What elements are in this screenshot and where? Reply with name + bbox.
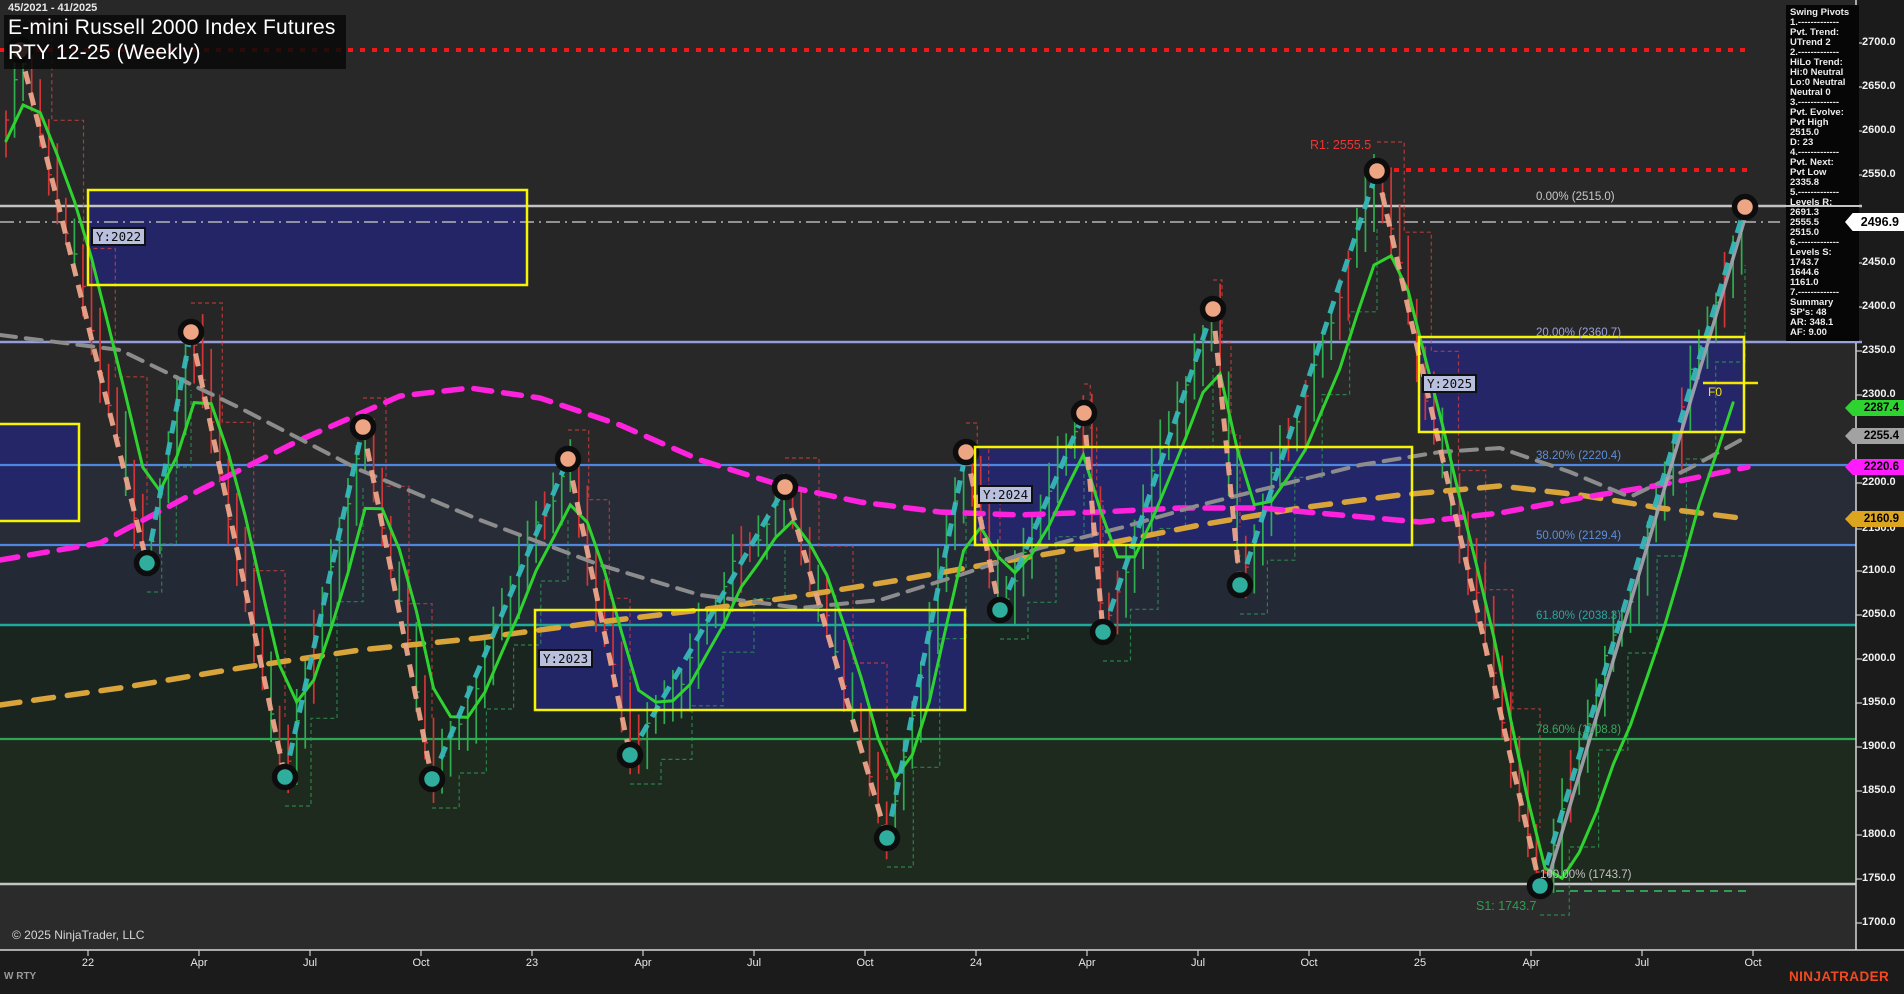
fib-level-label: 20.00% (2360.7) (1536, 327, 1622, 339)
pivot-high-marker[interactable] (1363, 157, 1391, 185)
f0-label: F0 (1708, 385, 1723, 399)
price-axis-tick-label: 2600.0 (1862, 124, 1896, 136)
price-axis-tick-label: 2050.0 (1862, 608, 1896, 620)
price-axis-tick-label: 2100.0 (1862, 564, 1896, 576)
fib-level-label: 78.60% (1908.8) (1536, 724, 1622, 736)
price-axis-tick-label: 2300.0 (1862, 388, 1896, 400)
price-axis-tick-label: 2400.0 (1862, 300, 1896, 312)
time-axis-label: Jul (1190, 957, 1206, 969)
time-axis-label: 22 (81, 957, 95, 969)
data-series-tag: W RTY (4, 971, 37, 982)
instrument-title: E-mini Russell 2000 Index Futures (8, 16, 336, 39)
year-label-chip[interactable]: Y:2022 (91, 227, 147, 246)
date-range-label: 45/2021 - 41/2025 (8, 2, 98, 14)
swing-panel-line: AF: 9.00 (1790, 327, 1827, 338)
price-axis-tick-label: 1850.0 (1862, 784, 1896, 796)
contract-interval-title: RTY 12-25 (Weekly) (8, 40, 201, 64)
price-marker-2160.9: 2160.9 (1845, 511, 1904, 527)
price-marker-2220.6: 2220.6 (1845, 459, 1904, 475)
price-axis-tick-label: 2350.0 (1862, 344, 1896, 356)
time-axis-label: Oct (856, 957, 874, 969)
chart-title-box: E-mini Russell 2000 Index Futures RTY 12… (4, 15, 346, 69)
time-axis-label: Jul (1634, 957, 1650, 969)
fib-level-label: 0.00% (2515.0) (1536, 191, 1615, 203)
pivot-high-marker[interactable] (1731, 193, 1759, 221)
price-axis-tick-label: 1950.0 (1862, 696, 1896, 708)
price-marker-2255.4: 2255.4 (1845, 428, 1904, 444)
pivot-high-marker[interactable] (349, 413, 377, 441)
time-axis-label: Apr (634, 957, 652, 969)
time-axis-label: 25 (1413, 957, 1427, 969)
year-label-chip[interactable]: Y:2025 (1422, 374, 1478, 393)
fib-level-label: 61.80% (2038.3) (1536, 610, 1622, 622)
fib-level-label: 100.00% (1743.7) (1540, 869, 1632, 881)
year-range-box-fill (88, 190, 527, 285)
price-axis-tick-label: 2450.0 (1862, 256, 1896, 268)
fib-level-label: 38.20% (2220.4) (1536, 450, 1622, 462)
pivot-high-marker[interactable] (1070, 399, 1098, 427)
time-axis-label: Oct (1744, 957, 1762, 969)
time-axis-label: 23 (525, 957, 539, 969)
ninjatrader-logo: NINJATRADER (1789, 969, 1890, 984)
time-axis-label: Oct (1300, 957, 1318, 969)
price-axis-tick-label: 2000.0 (1862, 652, 1896, 664)
pivot-low-marker[interactable] (986, 596, 1014, 624)
time-axis-label: Jul (746, 957, 762, 969)
s1-label: S1: 1743.7 (1476, 899, 1537, 913)
pivot-low-marker[interactable] (616, 741, 644, 769)
r1-label: R1: 2555.5 (1310, 138, 1372, 152)
time-axis-label: Apr (1078, 957, 1096, 969)
pivot-low-marker[interactable] (1089, 618, 1117, 646)
pivot-low-marker[interactable] (418, 765, 446, 793)
year-label-chip[interactable]: Y:2023 (538, 649, 594, 668)
price-axis-tick-label: 1700.0 (1862, 916, 1896, 928)
time-axis-label: 24 (969, 957, 983, 969)
year-label-chip[interactable]: Y:2024 (978, 485, 1034, 504)
pivot-high-marker[interactable] (771, 473, 799, 501)
pivot-high-marker[interactable] (554, 445, 582, 473)
price-axis-tick-label: 2550.0 (1862, 168, 1896, 180)
price-marker-2496.9: 2496.9 (1845, 213, 1904, 231)
price-marker-2287.4: 2287.4 (1845, 400, 1904, 416)
fib-0-line-over-panel (1786, 205, 1859, 207)
chart-canvas[interactable] (0, 0, 1904, 994)
ninjatrader-chart-window: 45/2021 - 41/2025 E-mini Russell 2000 In… (0, 0, 1904, 994)
price-axis-tick-label: 1800.0 (1862, 828, 1896, 840)
time-axis-label: Apr (1522, 957, 1540, 969)
pivot-high-marker[interactable] (177, 318, 205, 346)
fib-level-label: 50.00% (2129.4) (1536, 530, 1622, 542)
price-axis-tick-label: 2700.0 (1862, 36, 1896, 48)
price-zone-band (0, 739, 1856, 884)
price-axis-tick-label: 2650.0 (1862, 80, 1896, 92)
pivot-low-marker[interactable] (271, 763, 299, 791)
pivot-high-marker[interactable] (1199, 295, 1227, 323)
price-axis-tick-label: 1750.0 (1862, 872, 1896, 884)
price-axis-tick-label: 1900.0 (1862, 740, 1896, 752)
time-axis-label: Apr (190, 957, 208, 969)
price-zone-band (0, 884, 1856, 950)
fib-20-line-over-panel (1786, 341, 1859, 343)
pivot-high-marker[interactable] (952, 438, 980, 466)
year-range-box-fill (0, 424, 79, 521)
pivot-low-marker[interactable] (1226, 571, 1254, 599)
price-axis-tick-label: 2200.0 (1862, 476, 1896, 488)
time-axis-label: Oct (412, 957, 430, 969)
pivot-low-marker[interactable] (873, 824, 901, 852)
copyright-text: © 2025 NinjaTrader, LLC (12, 928, 145, 942)
time-axis-label: Jul (302, 957, 318, 969)
swing-pivots-panel: Swing Pivots 1.------------- Pvt. Trend: UT… (1786, 5, 1859, 342)
pivot-low-marker[interactable] (133, 549, 161, 577)
